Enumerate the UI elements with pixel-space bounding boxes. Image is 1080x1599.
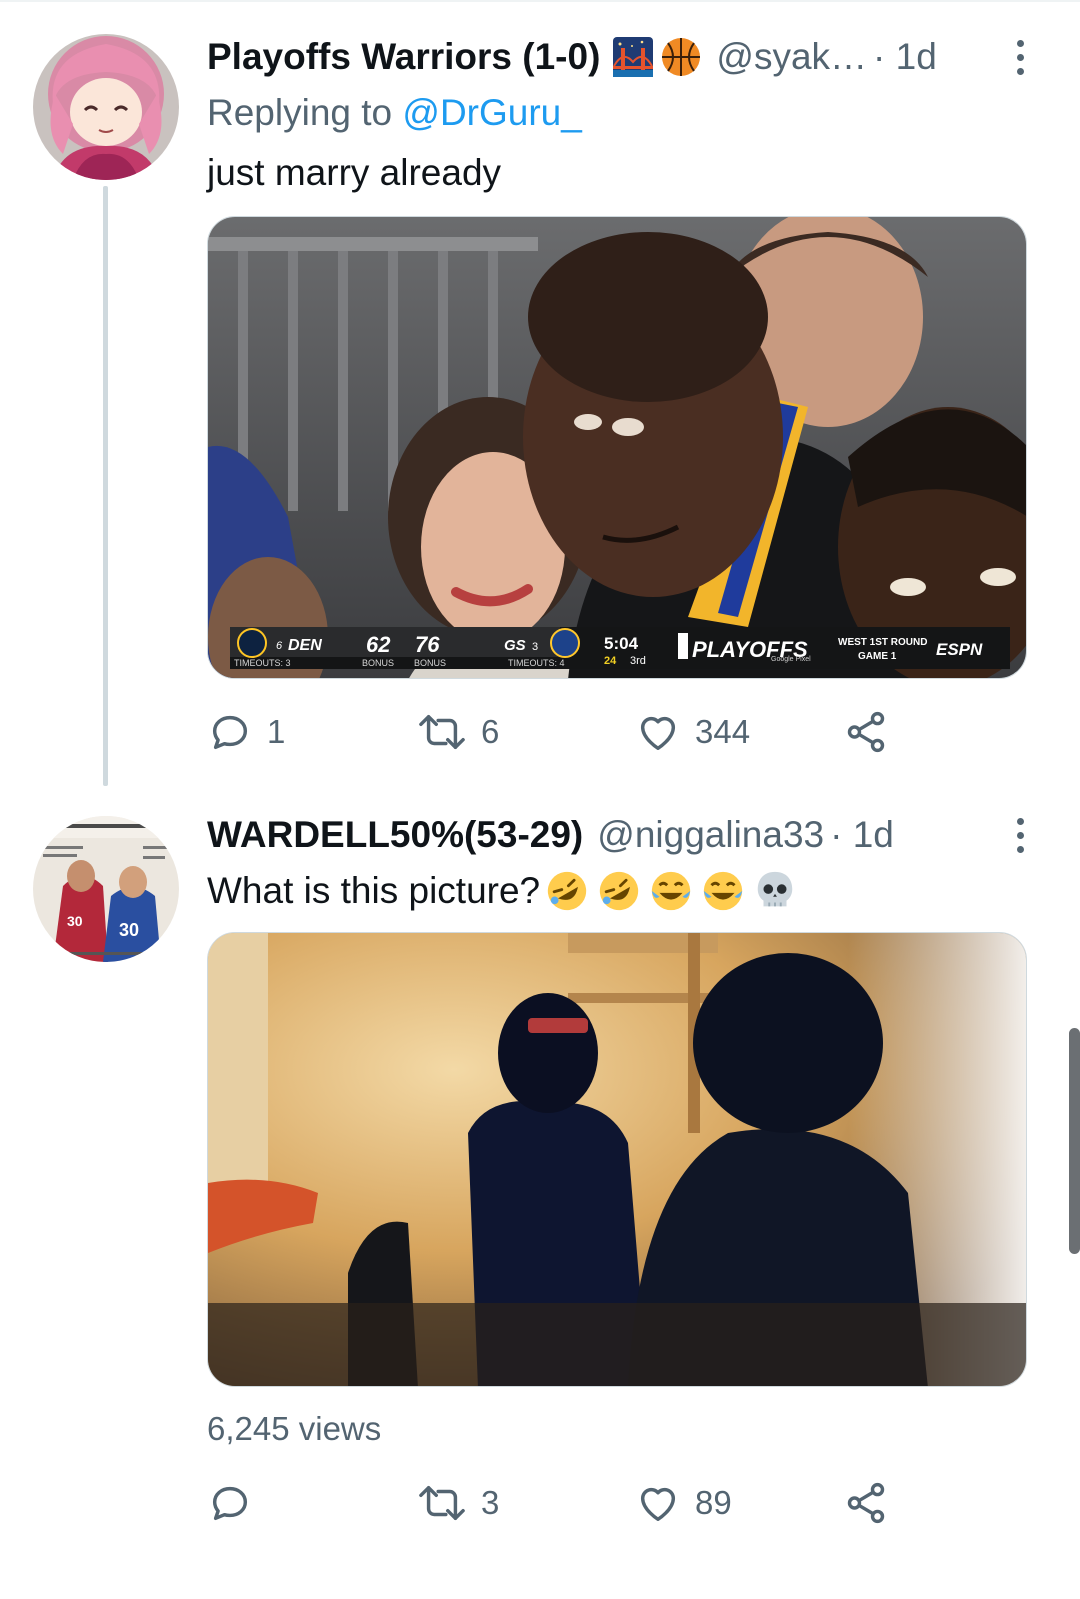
game-label: GAME 1	[858, 651, 897, 662]
heart-icon	[640, 1487, 676, 1522]
retweet-icon	[419, 1485, 465, 1521]
like-count: 89	[695, 1484, 732, 1521]
reply-icon	[212, 715, 248, 750]
tweet-text-content: What is this picture?	[207, 870, 541, 911]
tweet-actions: 3 89	[207, 1468, 907, 1538]
share-button[interactable]	[843, 697, 889, 767]
reply-icon	[212, 1486, 248, 1521]
heart-icon	[640, 716, 676, 751]
like-button[interactable]: 89	[635, 1468, 732, 1538]
bonus-left: BONUS	[362, 658, 394, 668]
round-label: WEST 1ST ROUND	[838, 637, 927, 648]
timestamp[interactable]: · 1d	[873, 36, 937, 78]
joy-emoji	[703, 871, 743, 911]
home-score: 76	[415, 632, 440, 657]
tweet[interactable]: 30 30 WARDELL50%(53-29) @niggalina33 · 1…	[0, 800, 1080, 1590]
scorebug: 6 DEN 62 76 GS 3 TIMEOUTS: 3 BONUS BONUS…	[230, 627, 1010, 669]
rofl-emoji	[599, 871, 639, 911]
tweet-text: just marry already	[207, 152, 502, 193]
retweet-button[interactable]: 6	[417, 697, 499, 767]
mention-link[interactable]: @DrGuru_	[402, 92, 581, 133]
bonus-right: BONUS	[414, 658, 446, 668]
tweet-header: Playoffs Warriors (1-0) @syak… · 1d	[207, 32, 1040, 82]
reply-button[interactable]: 1	[207, 697, 285, 767]
share-icon	[847, 1482, 885, 1524]
tweet-header: WARDELL50%(53-29) @niggalina33 · 1d	[207, 810, 1040, 860]
retweet-count: 6	[481, 713, 500, 750]
like-count: 344	[695, 713, 751, 750]
handle[interactable]: @syak…	[716, 36, 867, 78]
replying-to: Replying to @DrGuru_	[207, 92, 582, 134]
sponsor-label: Google Pixel	[771, 656, 811, 663]
joy-emoji	[651, 871, 691, 911]
handle[interactable]: @niggalina33	[597, 814, 824, 856]
share-icon	[847, 711, 885, 753]
replying-prefix: Replying to	[207, 92, 393, 133]
like-button[interactable]: 344	[635, 697, 750, 767]
tweet[interactable]: Playoffs Warriors (1-0) @syak… · 1d Repl…	[0, 0, 1080, 800]
retweet-count: 3	[481, 1484, 500, 1521]
reply-count: 1	[267, 713, 286, 750]
quarter: 3rd	[630, 655, 646, 667]
tweet-actions: 1 6 344	[207, 697, 907, 767]
away-timeouts: TIMEOUTS: 3	[234, 658, 291, 668]
rofl-emoji	[547, 871, 587, 911]
share-button[interactable]	[843, 1468, 889, 1538]
bridge-at-night-emoji	[613, 37, 654, 77]
away-team: DEN	[288, 637, 322, 654]
basketball-emoji	[662, 38, 701, 76]
svg-text:30: 30	[67, 913, 83, 929]
home-seed: 3	[532, 641, 538, 653]
shot-clock: 24	[604, 655, 617, 667]
reply-button[interactable]	[207, 1468, 267, 1538]
away-seed: 6	[276, 640, 283, 652]
display-name[interactable]: Playoffs Warriors (1-0)	[207, 36, 600, 78]
skull-emoji	[757, 871, 793, 907]
tweet-media-image[interactable]: 6 DEN 62 76 GS 3 TIMEOUTS: 3 BONUS BONUS…	[207, 216, 1027, 679]
tweet-media-image[interactable]	[207, 932, 1027, 1387]
away-score: 62	[366, 632, 391, 657]
more-options-icon[interactable]	[1000, 810, 1040, 860]
view-count: 6,245 views	[207, 1410, 382, 1447]
tweet-text: What is this picture?	[207, 868, 798, 914]
home-timeouts: TIMEOUTS: 4	[508, 658, 565, 668]
home-team: GS	[504, 637, 526, 654]
name-emojis	[612, 36, 702, 78]
timestamp[interactable]: · 1d	[830, 814, 894, 856]
avatar[interactable]	[33, 34, 179, 180]
svg-text:30: 30	[119, 920, 139, 940]
network-logo: ESPN	[936, 640, 983, 659]
avatar[interactable]: 30 30	[33, 816, 179, 962]
game-clock: 5:04	[604, 634, 639, 653]
retweet-icon	[419, 714, 465, 750]
retweet-button[interactable]: 3	[417, 1468, 499, 1538]
thread-connector-line	[103, 186, 108, 786]
display-name[interactable]: WARDELL50%(53-29)	[207, 814, 583, 856]
more-options-icon[interactable]	[1000, 32, 1040, 82]
text-emojis	[544, 868, 798, 914]
scrollbar[interactable]	[1069, 1028, 1080, 1254]
